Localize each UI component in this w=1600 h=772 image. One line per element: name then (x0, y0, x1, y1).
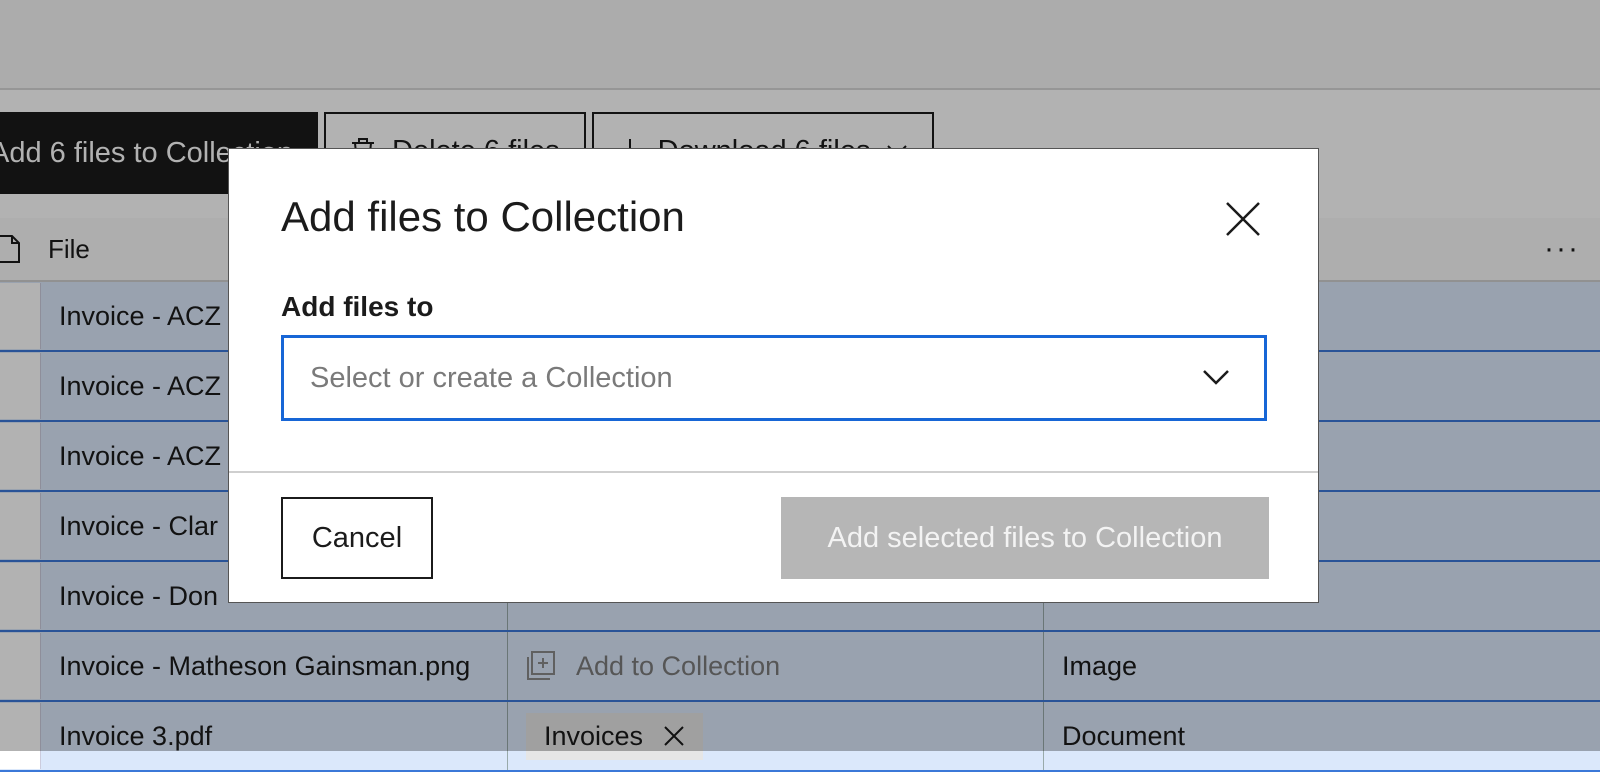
field-label: Add files to (281, 291, 434, 322)
collection-select-placeholder: Select or create a Collection (310, 361, 673, 394)
dialog-title: Add files to Collection (281, 193, 685, 240)
collection-select[interactable]: Select or create a Collection (281, 335, 1267, 421)
add-selected-files-label: Add selected files to Collection (827, 521, 1223, 554)
close-icon[interactable] (1223, 199, 1263, 239)
add-selected-files-button[interactable]: Add selected files to Collection (781, 497, 1269, 579)
cancel-button[interactable]: Cancel (281, 497, 433, 579)
cancel-label: Cancel (311, 521, 403, 554)
add-to-collection-dialog: Add files to Collection Add files to Sel… (228, 148, 1319, 603)
chevron-down-icon (1203, 370, 1229, 385)
divider (229, 471, 1318, 473)
